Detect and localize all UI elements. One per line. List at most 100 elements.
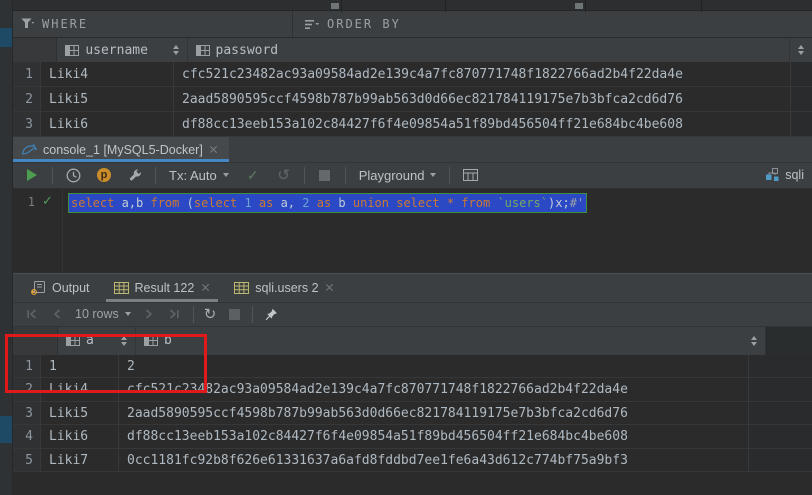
cell-a[interactable]: Liki5 [41, 402, 119, 425]
column-label: b [164, 333, 172, 348]
settings-button[interactable] [124, 164, 146, 186]
grid-sort-settings-icon[interactable] [798, 45, 804, 55]
sort-toggle-icon[interactable] [121, 336, 127, 346]
table-row: 3Liki52aad5890595ccf4598b787b99ab563d0d6… [13, 402, 812, 426]
commit-button[interactable]: ✓ [242, 164, 264, 186]
chevron-down-icon [430, 173, 436, 177]
page-size-label: 10 rows [75, 307, 119, 321]
result-pager-toolbar: 10 rows ↻ [13, 303, 812, 327]
schema-selector[interactable]: sqli [765, 168, 804, 182]
cell-b[interactable]: cfc521c23482ac93a09584ad2e139c4a7fc87077… [119, 378, 749, 401]
row-gutter-header[interactable] [13, 327, 58, 355]
page-size-dropdown[interactable]: 10 rows [75, 307, 131, 321]
cell-b[interactable]: 2 [119, 355, 749, 378]
username-cell[interactable]: Liki4 [41, 62, 174, 86]
row-filler [749, 425, 812, 448]
row-number[interactable]: 4 [13, 425, 41, 448]
sql-editor[interactable]: 1 ✓ select a,b from (select 1 as a, 2 as… [13, 189, 812, 273]
row-number[interactable]: 5 [13, 449, 41, 472]
header-filler [766, 327, 812, 355]
rail-indicator-top[interactable] [0, 28, 12, 47]
row-filler [749, 402, 812, 425]
password-cell[interactable]: cfc521c23482ac93a09584ad2e139c4a7fc87077… [174, 62, 791, 86]
first-page-button[interactable] [23, 306, 39, 322]
previous-page-button[interactable] [49, 306, 65, 322]
cell-a[interactable]: Liki6 [41, 425, 119, 448]
parameters-button[interactable]: p [93, 164, 115, 186]
in-editor-results-button[interactable] [459, 164, 481, 186]
tab-console-mysql[interactable]: console_1 [MySQL5-Docker] [13, 137, 229, 162]
tab-label: Result 122 [135, 281, 195, 295]
row-number[interactable]: 2 [13, 87, 41, 111]
column-header-username[interactable]: username [57, 38, 187, 62]
rollback-button[interactable]: ↺ [273, 164, 295, 186]
row-number[interactable]: 3 [13, 112, 41, 136]
sql-token: select [71, 196, 114, 210]
table-row: 2Liki4cfc521c23482ac93a09584ad2e139c4a7f… [13, 378, 812, 402]
column-icon [65, 45, 79, 56]
play-icon [27, 169, 37, 181]
row-number[interactable]: 1 [13, 62, 41, 86]
rollback-icon: ↺ [277, 168, 290, 183]
row-filler [791, 87, 812, 111]
playground-dropdown[interactable]: Playground [355, 168, 441, 183]
row-number[interactable]: 3 [13, 402, 41, 425]
chevron-down-icon [223, 173, 229, 177]
column-label: username [85, 43, 148, 58]
close-icon[interactable] [200, 283, 210, 293]
rail-indicator-bottom[interactable] [0, 416, 12, 443]
column-header-a[interactable]: a [58, 327, 136, 355]
wrench-icon [128, 168, 142, 182]
editor-toolbar: p Tx: Auto ✓ ↺ Playground [13, 163, 812, 189]
sql-statement-selected[interactable]: select a,b from (select 1 as a, 2 as b u… [68, 193, 587, 213]
close-icon[interactable] [209, 145, 219, 155]
tab-output[interactable]: Output [21, 274, 100, 302]
sql-token: from [461, 196, 490, 210]
table-row: 112 [13, 355, 812, 379]
where-filter-field[interactable]: WHERE [13, 11, 292, 37]
tx-mode-label: Tx: Auto [169, 168, 217, 183]
column-header-b[interactable]: b [136, 327, 766, 355]
chevron-down-icon [125, 312, 131, 316]
pin-tab-button[interactable] [263, 306, 279, 322]
pin-icon [264, 308, 278, 321]
password-cell[interactable]: 2aad5890595ccf4598b787b99ab563d0d66ec821… [174, 87, 791, 111]
cell-a[interactable]: Liki7 [41, 449, 119, 472]
active-tab-indicator [13, 159, 229, 162]
cell-b[interactable]: 0cc1181fc92b8f626e61331637a6afd8fddbd7ee… [119, 449, 749, 472]
row-gutter-header[interactable] [13, 38, 57, 62]
column-header-password[interactable]: password [188, 38, 790, 62]
last-page-button[interactable] [167, 306, 183, 322]
stop-button[interactable] [314, 164, 336, 186]
editor-code-area[interactable]: select a,b from (select 1 as a, 2 as b u… [63, 189, 812, 273]
cell-b[interactable]: df88cc13eeb153a102c84427f6f4e09854a51f89… [119, 425, 749, 448]
reload-data-button[interactable]: ↻ [204, 305, 217, 323]
next-page-button[interactable] [141, 306, 157, 322]
mysql-dolphin-icon [21, 143, 37, 157]
sort-toggle-icon[interactable] [173, 45, 179, 55]
tab-sqli-users-2[interactable]: sqli.users 2 [224, 274, 344, 302]
grid-sort-settings-icon[interactable] [751, 336, 757, 346]
sql-token: ( [179, 196, 193, 210]
tx-mode-dropdown[interactable]: Tx: Auto [165, 168, 233, 183]
row-number[interactable]: 1 [13, 355, 41, 378]
cell-b[interactable]: 2aad5890595ccf4598b787b99ab563d0d66ec821… [119, 402, 749, 425]
username-cell[interactable]: Liki6 [41, 112, 174, 136]
schema-label: sqli [785, 168, 804, 182]
row-number[interactable]: 2 [13, 378, 41, 401]
tab-result-122[interactable]: Result 122 [104, 274, 221, 302]
sql-token: b [331, 196, 353, 210]
cell-a[interactable]: 1 [41, 355, 119, 378]
sql-token: select [396, 196, 439, 210]
row-filler [749, 378, 812, 401]
password-cell[interactable]: df88cc13eeb153a102c84427f6f4e09854a51f89… [174, 112, 791, 136]
tick [575, 3, 583, 9]
close-icon[interactable] [325, 283, 335, 293]
order-by-filter-field[interactable]: ORDER BY [293, 11, 812, 37]
history-button[interactable] [62, 164, 84, 186]
execute-button[interactable] [21, 164, 43, 186]
cell-a[interactable]: Liki4 [41, 378, 119, 401]
stop-query-button[interactable] [226, 306, 242, 322]
username-cell[interactable]: Liki5 [41, 87, 174, 111]
tool-window-rail [0, 0, 13, 495]
